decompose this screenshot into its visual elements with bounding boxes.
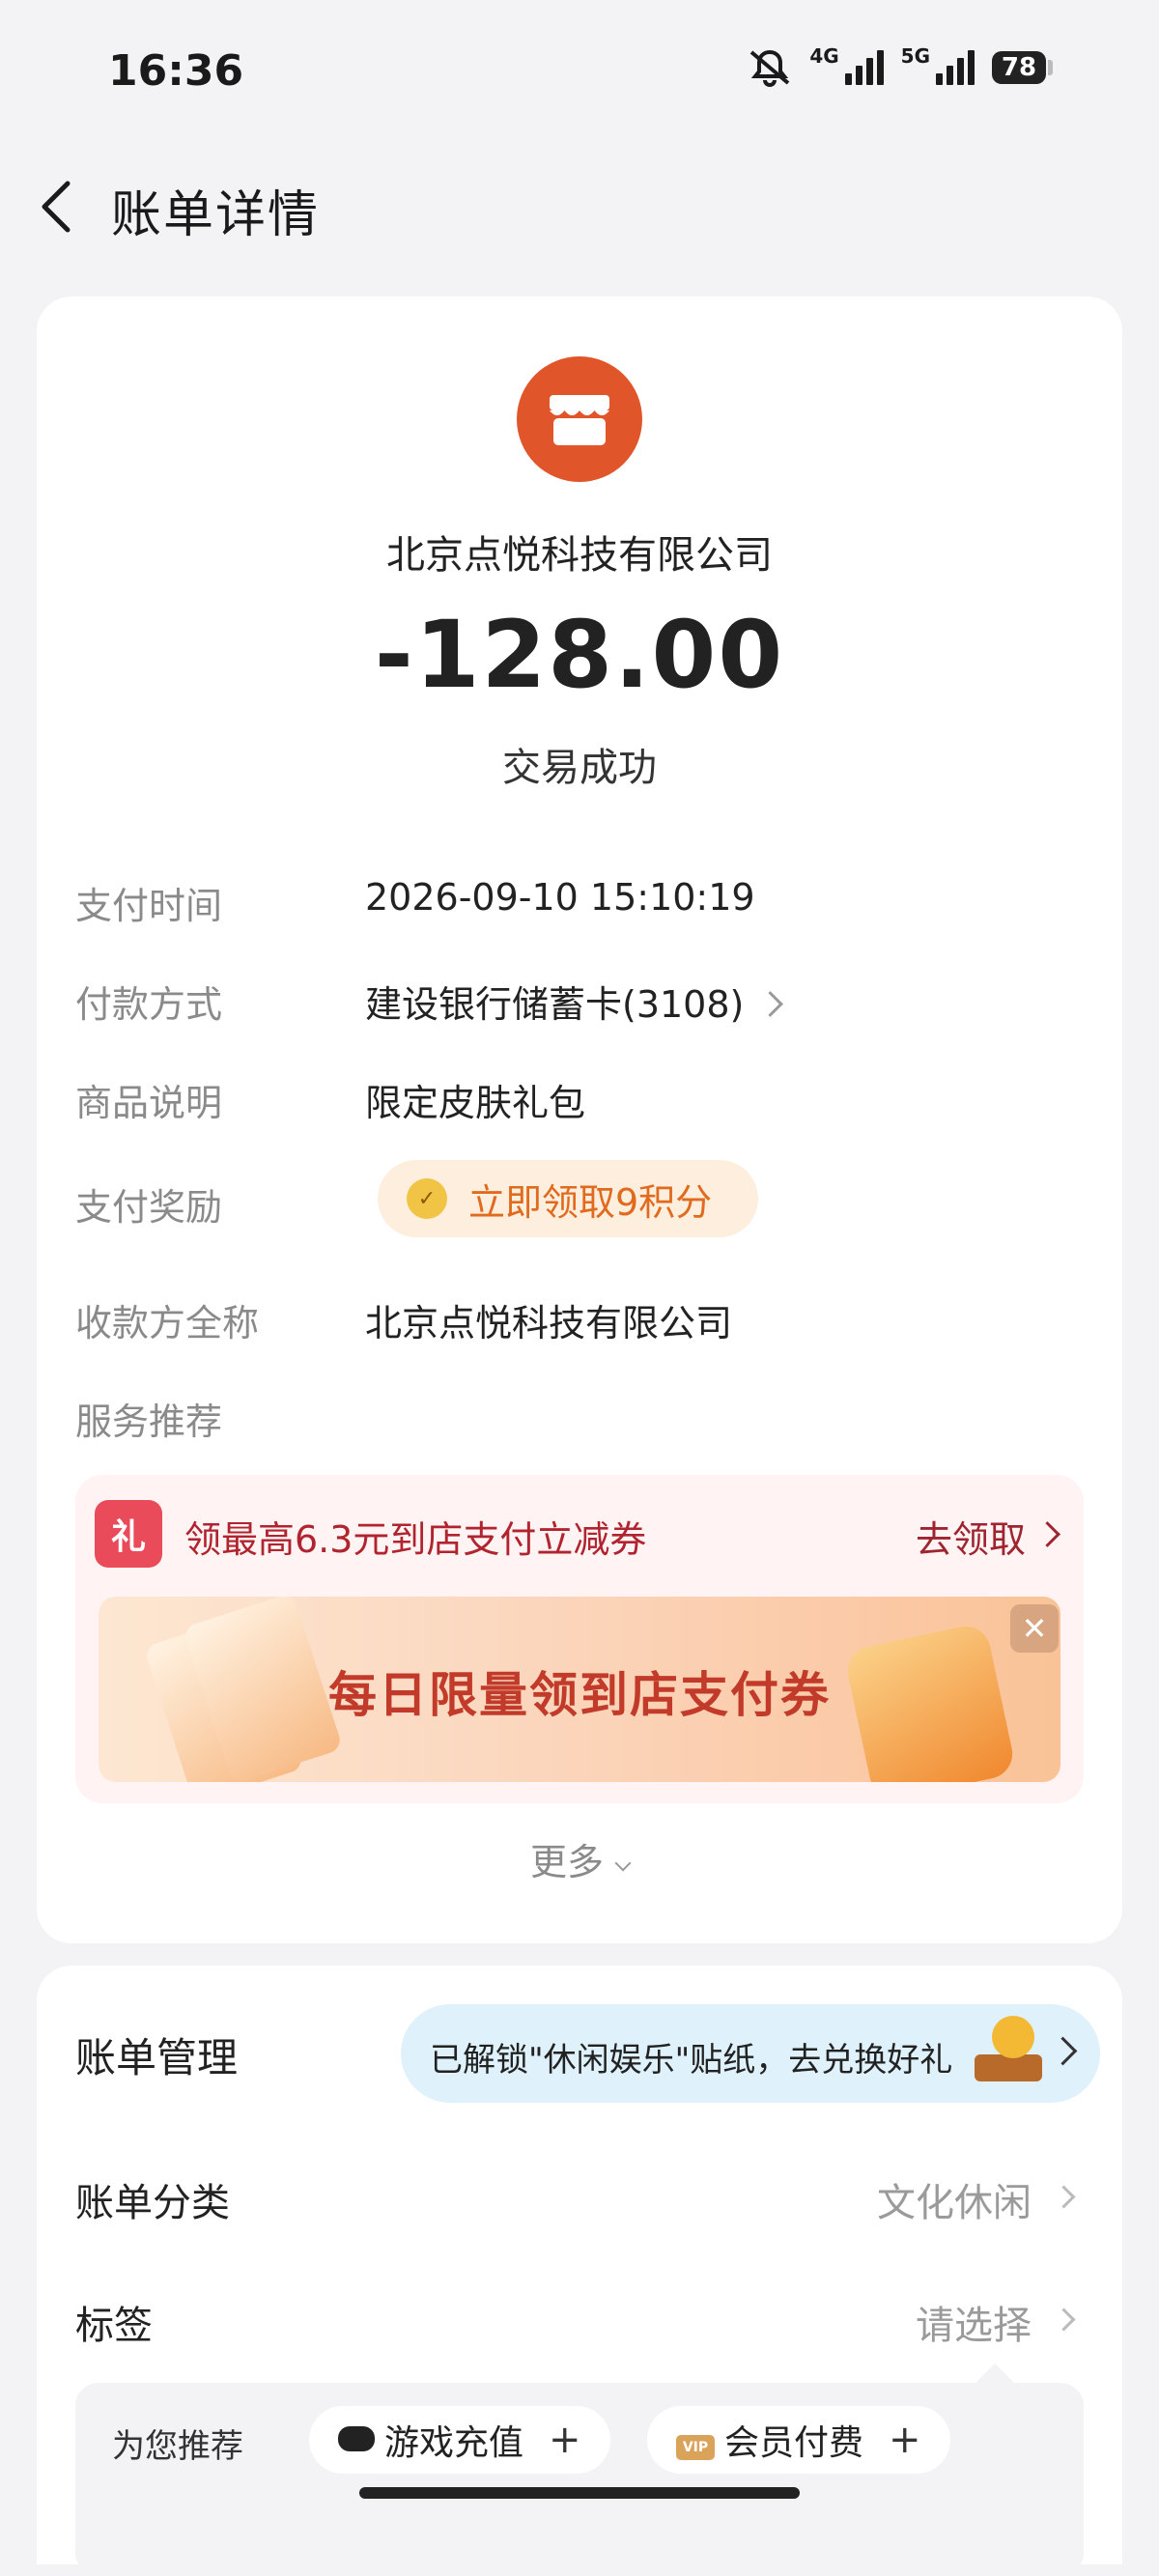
- bill-category-row[interactable]: 账单分类 文化休闲: [75, 2171, 1084, 2229]
- chevron-right-icon: [757, 991, 784, 1017]
- transaction-amount: -128.00: [374, 601, 785, 709]
- vip-icon: VIP: [676, 2420, 715, 2460]
- tag-chip-game-recharge[interactable]: 游戏充值 +: [309, 2406, 610, 2474]
- chip-label: 游戏充值: [384, 2423, 524, 2463]
- pay-time-value: 2026-09-10 15:10:19: [365, 876, 755, 919]
- pay-method-text: 建设银行储蓄卡(3108): [365, 983, 745, 1026]
- payee-value: 北京点悦科技有限公司: [365, 1302, 733, 1345]
- banner-text: 每日限量领到店支付券: [328, 1667, 831, 1723]
- sticker-redeem-text: 已解锁"休闲娱乐"贴纸，去兑换好礼: [430, 2041, 953, 2080]
- chip-label: 会员付费: [724, 2423, 864, 2463]
- reward-label: 支付奖励: [75, 1186, 223, 1229]
- claim-points-button[interactable]: ✓ 立即领取9积分: [378, 1160, 758, 1237]
- gramophone-icon: [969, 2012, 1046, 2089]
- battery-icon: 78: [992, 51, 1053, 84]
- service-label: 服务推荐: [75, 1401, 223, 1443]
- shop-icon: [517, 356, 642, 482]
- promo-title: 领最高6.3元到店支付立减券: [184, 1518, 647, 1561]
- status-bar: 16:36 4G 5G 78: [0, 0, 1159, 145]
- page-title: 账单详情: [111, 186, 321, 244]
- plus-icon: +: [549, 2418, 581, 2462]
- tag-value: 请选择: [916, 2304, 1032, 2348]
- home-indicator[interactable]: [359, 2487, 800, 2499]
- signal-4g-icon: 4G: [809, 44, 884, 85]
- product-label: 商品说明: [75, 1082, 223, 1124]
- signal-5g-icon: 5G: [901, 44, 975, 85]
- tag-row[interactable]: 标签 请选择: [75, 2294, 1084, 2352]
- recommend-label: 为您推荐: [112, 2427, 243, 2466]
- product-value: 限定皮肤礼包: [365, 1082, 586, 1124]
- network-label-4g: 4G: [809, 44, 839, 68]
- chevron-right-icon: [1052, 2307, 1076, 2332]
- coupon-promo[interactable]: 礼 领最高6.3元到店支付立减券 去领取 每日限量领到店支付券 ✕: [75, 1475, 1084, 1803]
- status-icons: 4G 5G 78: [748, 44, 1053, 87]
- plus-icon: +: [889, 2418, 921, 2462]
- gamepad-icon: [338, 2420, 375, 2460]
- pay-time-label: 支付时间: [75, 885, 223, 927]
- transaction-status: 交易成功: [502, 746, 657, 790]
- back-arrow-icon[interactable]: [33, 178, 81, 236]
- chevron-right-icon: [1034, 1521, 1060, 1547]
- sticker-redeem-banner[interactable]: 已解锁"休闲娱乐"贴纸，去兑换好礼: [401, 2004, 1100, 2103]
- bell-off-icon: [750, 49, 790, 87]
- coin-icon: ✓: [407, 1178, 447, 1219]
- chevron-right-icon: [1052, 2185, 1076, 2209]
- claim-coupon-link[interactable]: 去领取: [916, 1510, 1026, 1563]
- bill-management-card: 账单管理 已解锁"休闲娱乐"贴纸，去兑换好礼 账单分类 文化休闲 标签 请选择 …: [37, 1966, 1122, 2576]
- gift-icon: 礼: [95, 1500, 162, 1568]
- claim-points-label: 立即领取9积分: [468, 1180, 713, 1224]
- clock: 16:36: [108, 46, 244, 96]
- bill-category-label: 账单分类: [75, 2181, 230, 2225]
- transaction-card: 北京点悦科技有限公司 -128.00 交易成功 支付时间 2026-09-10 …: [37, 297, 1122, 1943]
- tag-chip-membership[interactable]: VIP 会员付费 +: [647, 2406, 950, 2474]
- pay-method-label: 付款方式: [75, 983, 223, 1026]
- network-label-5g: 5G: [900, 44, 930, 68]
- chevron-down-icon: [614, 1854, 632, 1872]
- more-button[interactable]: 更多: [37, 1832, 1122, 1885]
- battery-level: 78: [992, 51, 1046, 84]
- merchant-name: 北京点悦科技有限公司: [386, 533, 773, 578]
- tag-recommendations: 为您推荐 游戏充值 + VIP 会员付费 +: [75, 2364, 1084, 2576]
- pay-method-value[interactable]: 建设银行储蓄卡(3108): [365, 975, 784, 1028]
- bill-management-title: 账单管理: [75, 2034, 239, 2081]
- close-icon[interactable]: ✕: [1010, 1604, 1059, 1653]
- app-header: 账单详情: [0, 155, 1159, 261]
- more-label: 更多: [529, 1841, 604, 1883]
- tag-label: 标签: [75, 2304, 153, 2348]
- vip-badge: VIP: [676, 2434, 715, 2460]
- coupon-banner[interactable]: 每日限量领到店支付券 ✕: [99, 1597, 1060, 1782]
- payee-label: 收款方全称: [75, 1302, 260, 1345]
- chevron-right-icon: [1048, 2036, 1078, 2066]
- bill-category-value: 文化休闲: [877, 2181, 1032, 2225]
